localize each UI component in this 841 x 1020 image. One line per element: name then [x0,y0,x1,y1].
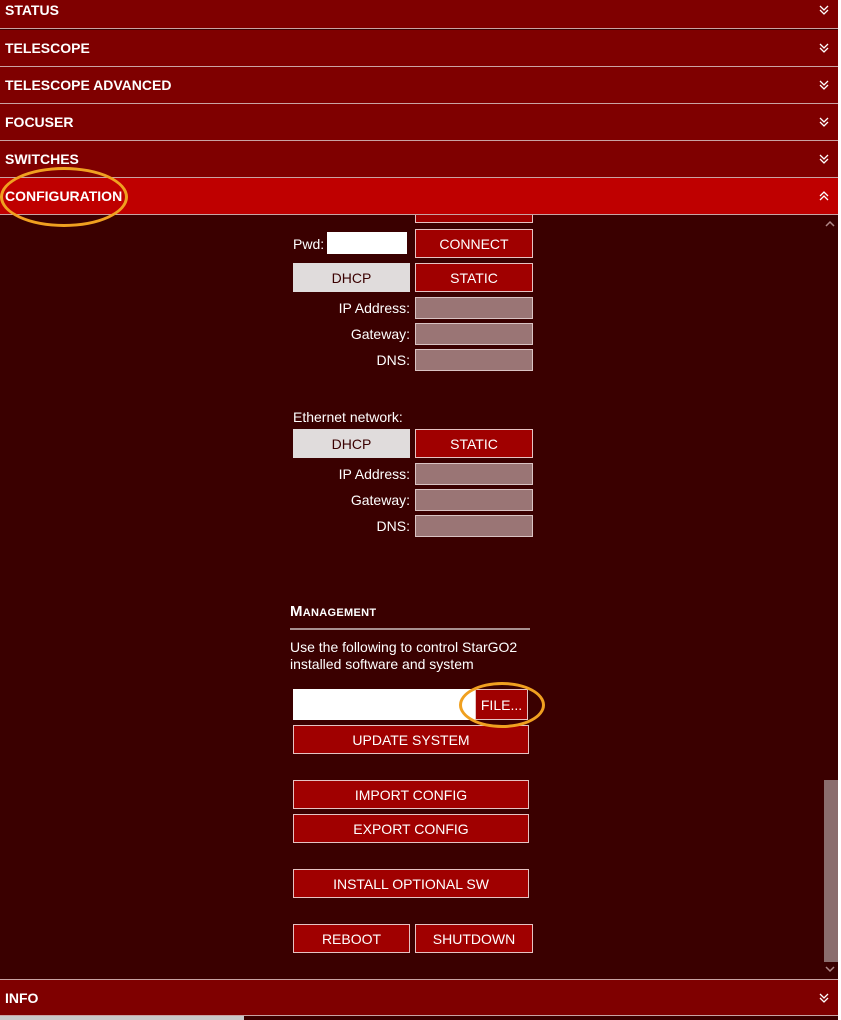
accordion-focuser-label: FOCUSER [5,114,74,130]
ethernet-gateway-input[interactable] [415,489,533,511]
connect-button[interactable]: CONNECT [415,229,533,258]
accordion-telescope[interactable]: TELESCOPE [0,30,838,67]
file-path-input[interactable] [293,689,475,720]
scroll-down-icon[interactable] [825,965,835,973]
ethernet-dhcp-button[interactable]: DHCP [293,429,410,458]
accordion-switches[interactable]: SWITCHES [0,141,838,178]
wifi-password-input[interactable] [327,232,407,254]
app: STATUS TELESCOPE TELESCOPE ADVANCED FOCU… [0,0,840,1020]
reboot-button[interactable]: REBOOT [293,924,410,953]
scroll-up-icon[interactable] [825,220,835,228]
wifi-static-button[interactable]: STATIC [415,263,533,292]
ethernet-ip-input[interactable] [415,463,533,485]
chevron-double-down-icon [819,154,829,164]
import-config-button[interactable]: IMPORT CONFIG [293,780,529,809]
accordion-switches-label: SWITCHES [5,151,79,167]
content-scrollbar[interactable] [822,215,840,978]
ethernet-title: Ethernet network: [293,409,403,425]
management-divider [290,628,530,630]
wifi-pwd-label: Pwd: [293,236,325,252]
chevron-double-down-icon [819,117,829,127]
install-optional-sw-button[interactable]: INSTALL OPTIONAL SW [293,869,529,898]
ethernet-dns-input[interactable] [415,515,533,537]
chevron-double-down-icon [819,43,829,53]
wifi-dns-label: DNS: [376,352,410,368]
wifi-ssid-field-partial[interactable] [415,215,533,223]
ethernet-static-button[interactable]: STATIC [415,429,533,458]
accordion-status-label: STATUS [5,2,59,18]
bottom-strip [0,1016,244,1020]
chevron-double-down-icon [819,5,829,15]
wifi-ip-label: IP Address: [338,300,410,316]
ethernet-ip-label: IP Address: [338,466,410,482]
update-system-button[interactable]: UPDATE SYSTEM [293,725,529,754]
accordion-status[interactable]: STATUS [0,0,838,29]
shutdown-button[interactable]: SHUTDOWN [415,924,533,953]
management-title: Management [290,603,377,620]
chevron-double-down-icon [819,80,829,90]
wifi-gateway-label: Gateway: [350,326,410,342]
chevron-double-up-icon [819,191,829,201]
accordion-configuration-label: CONFIGURATION [5,188,123,204]
accordion-info[interactable]: INFO [0,979,838,1016]
configuration-panel: Pwd: CONNECT DHCP STATIC IP Address: Gat… [0,215,822,978]
wifi-ip-input[interactable] [415,297,533,319]
wifi-gateway-input[interactable] [415,323,533,345]
wifi-dns-input[interactable] [415,349,533,371]
export-config-button[interactable]: EXPORT CONFIG [293,814,529,843]
ethernet-gateway-label: Gateway: [350,492,410,508]
accordion-telescope-advanced-label: TELESCOPE ADVANCED [5,77,172,93]
wifi-dhcp-button[interactable]: DHCP [293,263,410,292]
accordion-focuser[interactable]: FOCUSER [0,104,838,141]
management-description: Use the following to control StarGO2 ins… [290,639,518,672]
chevron-double-down-icon [819,993,829,1003]
accordion-telescope-advanced[interactable]: TELESCOPE ADVANCED [0,67,838,104]
accordion-configuration[interactable]: CONFIGURATION [0,178,838,215]
ethernet-dns-label: DNS: [376,518,410,534]
accordion-info-label: INFO [5,989,39,1006]
file-button[interactable]: FILE... [475,689,528,720]
accordion-telescope-label: TELESCOPE [5,40,90,56]
